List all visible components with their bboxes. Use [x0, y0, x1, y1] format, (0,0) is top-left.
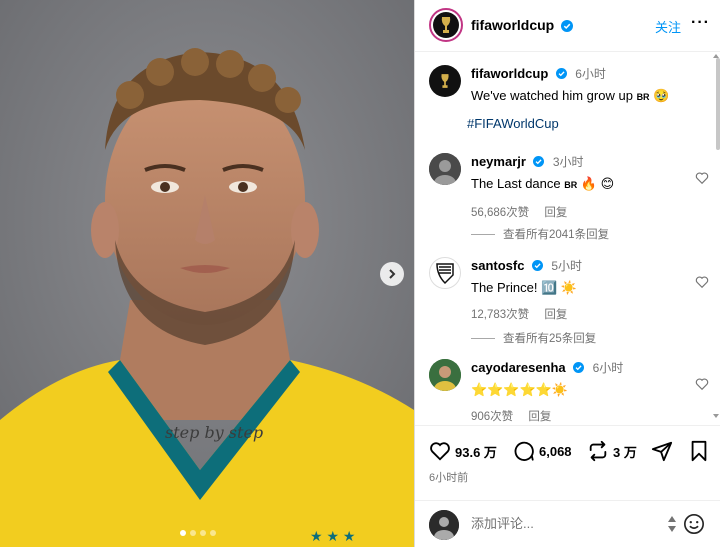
comment-count: 6,068 — [539, 443, 572, 459]
player-photo: step by step ★ ★ ★ — [0, 0, 414, 547]
trophy-logo-icon — [441, 74, 449, 88]
comment-likes[interactable]: 56,686次赞 — [471, 207, 529, 219]
comment-time: 5小时 — [551, 259, 583, 273]
share-button[interactable] — [651, 440, 673, 462]
santos-crest-icon — [436, 263, 454, 285]
like-button[interactable]: 93.6 万 — [429, 440, 497, 462]
save-button[interactable] — [689, 440, 709, 462]
verified-icon — [555, 68, 567, 80]
commenter-username[interactable]: cayodaresenha — [471, 360, 566, 375]
comment-button[interactable]: 6,068 — [513, 440, 572, 462]
hashtag-link[interactable]: #FIFAWorldCup — [467, 116, 559, 131]
comment-meta: 906次赞 回复 — [471, 408, 671, 424]
comment-input[interactable] — [471, 516, 651, 531]
follow-button[interactable]: 关注 — [655, 17, 681, 36]
reply-button[interactable]: 回复 — [544, 207, 567, 219]
repost-button[interactable]: 3 万 — [587, 440, 637, 462]
scroll-down-arrow[interactable] — [713, 414, 719, 418]
commenter-username[interactable]: santosfc — [471, 258, 524, 273]
trophy-logo-icon — [441, 17, 451, 33]
verified-icon — [573, 362, 585, 374]
post-media[interactable]: step by step ★ ★ ★ — [0, 0, 414, 547]
view-replies-link[interactable]: 查看所有2041条回复 — [471, 226, 609, 242]
post-header: fifaworldcup 关注 ··· — [415, 0, 720, 52]
comment-text: The Prince! 🔟 ☀️ — [471, 280, 578, 295]
account-avatar[interactable] — [429, 8, 463, 42]
comments-list[interactable]: fifaworldcup 6小时 We've watched him grow … — [415, 53, 720, 425]
reply-button[interactable]: 回复 — [544, 309, 567, 321]
flag-br: BR — [564, 180, 578, 190]
commenter-username[interactable]: neymarjr — [471, 154, 526, 169]
verified-icon — [533, 156, 545, 168]
comment-text: ⭐⭐⭐⭐⭐☀️ — [471, 382, 569, 397]
next-image-button[interactable] — [380, 262, 404, 286]
comment-time: 3小时 — [552, 155, 584, 169]
view-replies-link[interactable]: 查看所有25条回复 — [471, 330, 596, 346]
bookmark-icon — [691, 440, 707, 462]
comment-meta: 56,686次赞 回复 — [471, 204, 671, 220]
carousel-dot — [210, 530, 216, 536]
post-timestamp[interactable]: 6小时前 — [429, 469, 468, 485]
heart-icon[interactable] — [695, 275, 709, 289]
caption-avatar[interactable] — [429, 65, 461, 97]
flag-br: BR — [636, 92, 650, 102]
more-options-button[interactable]: ··· — [691, 14, 710, 32]
heart-icon[interactable] — [695, 377, 709, 391]
verified-icon — [531, 260, 543, 272]
divider-line — [471, 338, 495, 340]
comment-text: The Last dance BR 🔥 😊 — [471, 175, 671, 194]
svg-text:★ ★ ★: ★ ★ ★ — [310, 528, 355, 544]
comment-time: 6小时 — [592, 361, 624, 375]
comments-scrollbar[interactable] — [716, 58, 720, 150]
verified-icon — [561, 20, 574, 33]
commenter-avatar[interactable] — [429, 257, 461, 289]
carousel-dot — [200, 530, 206, 536]
chevron-right-icon — [389, 269, 396, 279]
user-avatar-icon — [429, 153, 461, 185]
comment-icon — [514, 441, 534, 461]
repost-count: 3 万 — [613, 444, 637, 460]
carousel-dot — [190, 530, 196, 536]
post-sidebar: fifaworldcup 关注 ··· fifaworldcup 6小时 We'… — [414, 0, 720, 547]
commenter-avatar[interactable] — [429, 359, 461, 391]
repost-icon — [589, 440, 607, 462]
commenter-avatar[interactable] — [429, 153, 461, 185]
reply-button[interactable]: 回复 — [528, 411, 551, 423]
sort-arrows-icon[interactable] — [667, 515, 677, 533]
user-avatar-icon — [429, 510, 459, 540]
caption-text: We've watched him grow up BR 🥹 — [471, 87, 701, 106]
like-count: 93.6 万 — [455, 444, 497, 460]
action-bar: 93.6 万 6,068 3 万 6小时前 — [415, 425, 720, 505]
divider-line — [471, 234, 495, 236]
comment-likes[interactable]: 906次赞 — [471, 411, 513, 423]
share-icon — [651, 441, 673, 462]
user-avatar-icon — [429, 359, 461, 391]
carousel-dot — [180, 530, 186, 536]
heart-icon[interactable] — [695, 171, 709, 185]
comment-likes[interactable]: 12,783次赞 — [471, 309, 529, 321]
caption-time: 6小时 — [575, 67, 606, 81]
comment-meta: 12,783次赞 回复 — [471, 306, 671, 322]
carousel-indicator — [180, 530, 216, 536]
account-name[interactable]: fifaworldcup — [471, 17, 574, 33]
caption-username[interactable]: fifaworldcup — [471, 66, 548, 81]
caption-emoji: 🥹 — [653, 88, 670, 103]
add-comment-bar — [415, 500, 720, 547]
emoji-icon[interactable] — [683, 513, 705, 535]
heart-icon — [430, 442, 450, 461]
svg-text:step by step: step by step — [165, 423, 263, 442]
current-user-avatar[interactable] — [429, 510, 459, 540]
